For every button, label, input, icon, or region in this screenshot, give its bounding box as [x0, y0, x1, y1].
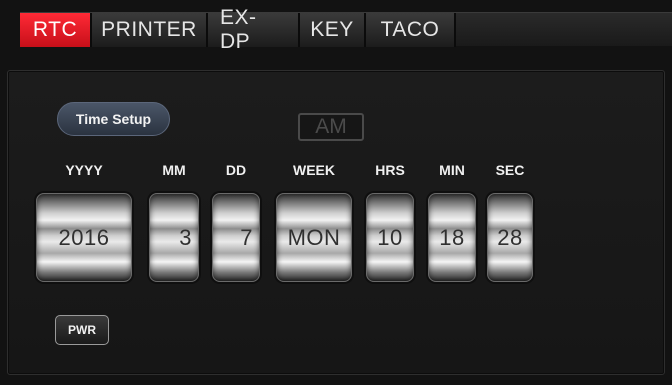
year-drum[interactable]: 2016: [36, 193, 132, 282]
tab-bar: RTC PRINTER EX-DP KEY TACO: [20, 6, 672, 53]
tab-rtc[interactable]: RTC: [20, 13, 92, 47]
rtc-screen: RTC PRINTER EX-DP KEY TACO Time Setup AM…: [0, 0, 672, 385]
hours-label: HRS: [375, 162, 405, 178]
power-button[interactable]: PWR: [55, 315, 109, 345]
week-label: WEEK: [293, 162, 335, 178]
tab-key[interactable]: KEY: [300, 13, 366, 47]
time-setup-button[interactable]: Time Setup: [57, 102, 170, 136]
minute-label: MIN: [439, 162, 465, 178]
tab-printer[interactable]: PRINTER: [92, 13, 208, 47]
minute-value: 18: [439, 224, 465, 250]
year-label: YYYY: [65, 162, 103, 178]
am-pm-indicator[interactable]: AM: [298, 113, 364, 141]
second-label: SEC: [495, 162, 525, 178]
tab-taco[interactable]: TACO: [366, 13, 456, 47]
second-value: 28: [497, 224, 523, 250]
year-value: 2016: [58, 224, 110, 250]
day-drum[interactable]: 7: [212, 193, 260, 282]
minute-drum[interactable]: 18: [428, 193, 476, 282]
month-drum[interactable]: 3: [149, 193, 199, 282]
day-value: 7: [240, 224, 253, 250]
day-label: DD: [225, 162, 247, 178]
hours-drum[interactable]: 10: [366, 193, 414, 282]
hours-value: 10: [377, 224, 403, 250]
month-label: MM: [162, 162, 186, 178]
week-value: MON: [287, 224, 341, 250]
month-value: 3: [179, 224, 192, 250]
second-drum[interactable]: 28: [487, 193, 533, 282]
week-drum[interactable]: MON: [276, 193, 352, 282]
tab-ex-dp[interactable]: EX-DP: [208, 6, 300, 53]
